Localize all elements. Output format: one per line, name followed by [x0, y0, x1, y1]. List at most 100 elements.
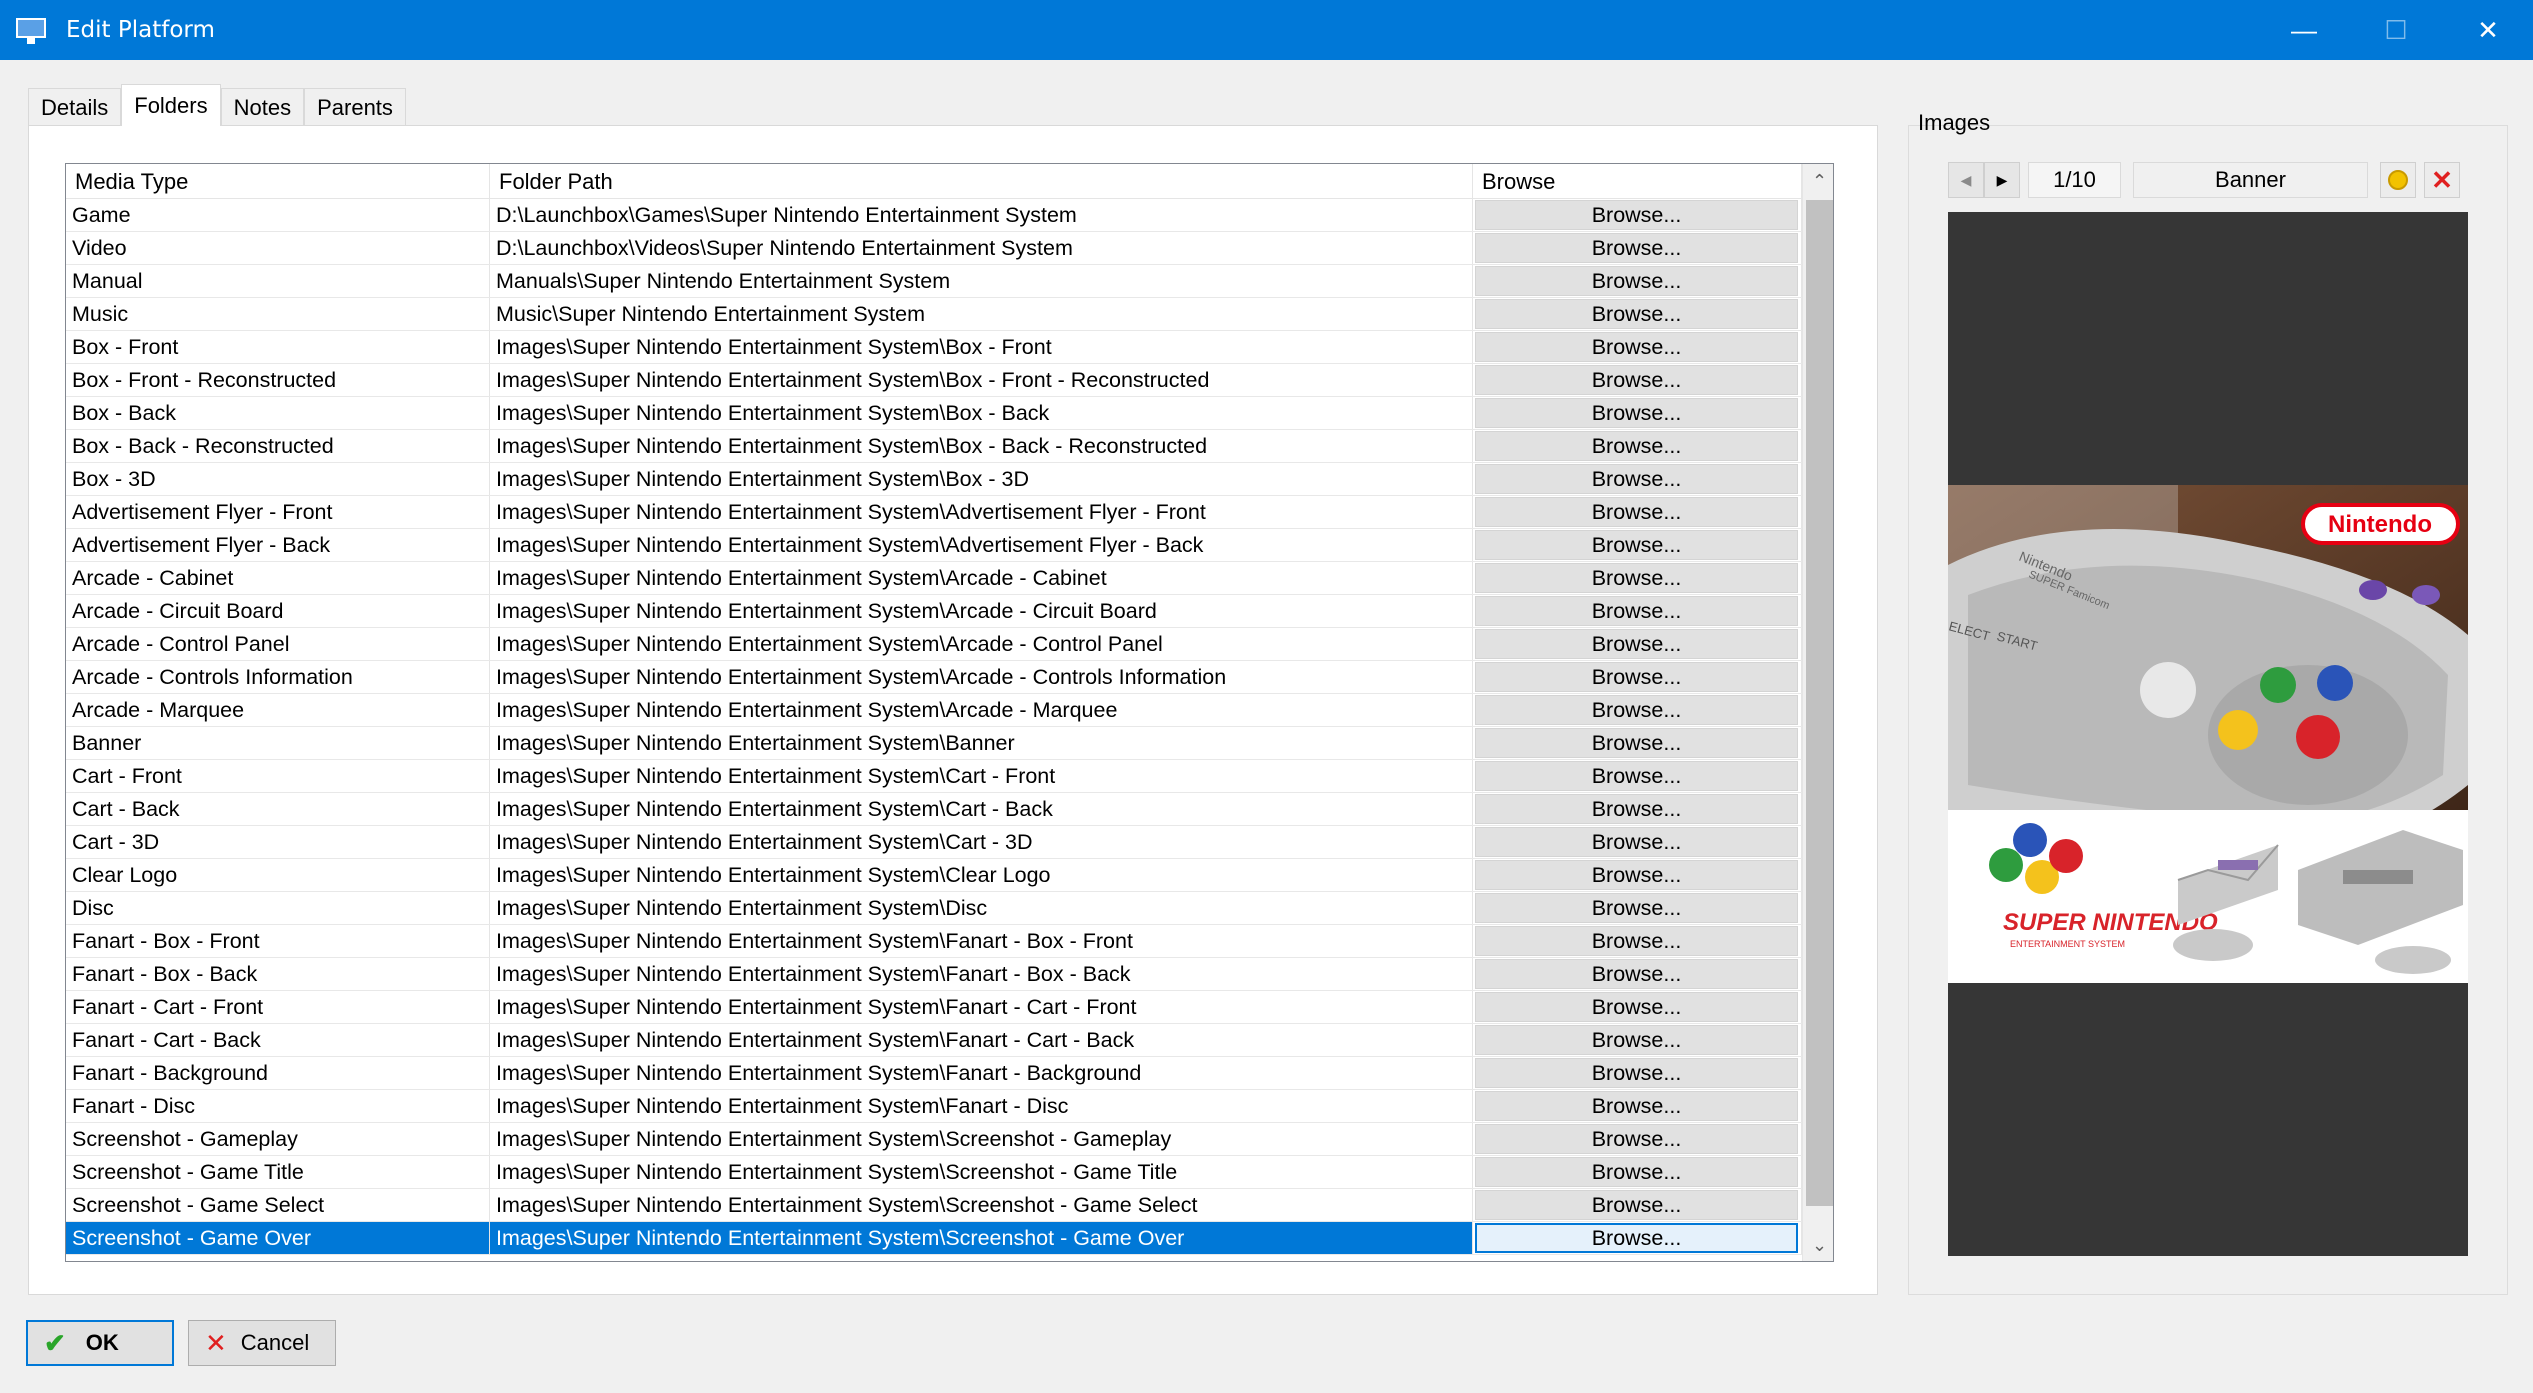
browse-button[interactable]: Browse... — [1475, 827, 1798, 857]
browse-button[interactable]: Browse... — [1475, 629, 1798, 659]
media-type-cell[interactable]: Arcade - Marquee — [66, 694, 490, 726]
folder-path-cell[interactable]: Images\Super Nintendo Entertainment Syst… — [490, 628, 1473, 660]
table-row[interactable]: Arcade - Circuit Board Images\Super Ninte… — [66, 595, 1802, 628]
browse-button[interactable]: Browse... — [1475, 1124, 1798, 1154]
table-row[interactable]: Box - Back Images\Super Nintendo Entertai… — [66, 397, 1802, 430]
browse-button[interactable]: Browse... — [1475, 365, 1798, 395]
browse-button[interactable]: Browse... — [1475, 662, 1798, 692]
cancel-button[interactable]: ✕ Cancel — [188, 1320, 336, 1366]
media-type-cell[interactable]: Fanart - Cart - Back — [66, 1024, 490, 1056]
table-row[interactable]: Fanart - Box - Front Images\Super Nintend… — [66, 925, 1802, 958]
media-type-cell[interactable]: Box - 3D — [66, 463, 490, 495]
scroll-up-icon[interactable]: ⌃ — [1803, 164, 1833, 199]
browse-button[interactable]: Browse... — [1475, 1091, 1798, 1121]
table-row[interactable]: Screenshot - Game Over Images\Super Ninte… — [66, 1222, 1802, 1255]
folder-path-cell[interactable]: Images\Super Nintendo Entertainment Syst… — [490, 1090, 1473, 1122]
table-row[interactable]: Manual Manuals\Super Nintendo Entertainme… — [66, 265, 1802, 298]
folder-path-cell[interactable]: Images\Super Nintendo Entertainment Syst… — [490, 562, 1473, 594]
folder-path-cell[interactable]: Images\Super Nintendo Entertainment Syst… — [490, 859, 1473, 891]
media-type-cell[interactable]: Cart - Back — [66, 793, 490, 825]
folder-path-cell[interactable]: Images\Super Nintendo Entertainment Syst… — [490, 925, 1473, 957]
media-type-cell[interactable]: Disc — [66, 892, 490, 924]
table-row[interactable]: Arcade - Marquee Images\Super Nintendo En… — [66, 694, 1802, 727]
media-type-cell[interactable]: Clear Logo — [66, 859, 490, 891]
table-row[interactable]: Box - Front - Reconstructed Images\Super … — [66, 364, 1802, 397]
folder-path-cell[interactable]: Images\Super Nintendo Entertainment Syst… — [490, 694, 1473, 726]
media-type-cell[interactable]: Fanart - Background — [66, 1057, 490, 1089]
browse-button[interactable]: Browse... — [1475, 926, 1798, 956]
folder-path-cell[interactable]: Images\Super Nintendo Entertainment Syst… — [490, 793, 1473, 825]
media-type-cell[interactable]: Arcade - Circuit Board — [66, 595, 490, 627]
browse-button[interactable]: Browse... — [1475, 398, 1798, 428]
table-row[interactable]: Fanart - Box - Back Images\Super Nintendo… — [66, 958, 1802, 991]
media-type-cell[interactable]: Banner — [66, 727, 490, 759]
table-row[interactable]: Fanart - Disc Images\Super Nintendo Enter… — [66, 1090, 1802, 1123]
table-row[interactable]: Screenshot - Game Select Images\Super Nin… — [66, 1189, 1802, 1222]
folder-path-cell[interactable]: Images\Super Nintendo Entertainment Syst… — [490, 1222, 1473, 1254]
folder-path-cell[interactable]: Images\Super Nintendo Entertainment Syst… — [490, 958, 1473, 990]
browse-button[interactable]: Browse... — [1475, 332, 1798, 362]
media-type-cell[interactable]: Fanart - Box - Front — [66, 925, 490, 957]
previous-image-button[interactable]: ◀ — [1948, 162, 1984, 198]
table-row[interactable]: Arcade - Cabinet Images\Super Nintendo En… — [66, 562, 1802, 595]
media-type-cell[interactable]: Fanart - Box - Back — [66, 958, 490, 990]
media-type-cell[interactable]: Manual — [66, 265, 490, 297]
table-row[interactable]: Music Music\Super Nintendo Entertainment … — [66, 298, 1802, 331]
folder-path-cell[interactable]: D:\Launchbox\Games\Super Nintendo Entert… — [490, 199, 1473, 231]
media-type-cell[interactable]: Arcade - Cabinet — [66, 562, 490, 594]
folder-path-cell[interactable]: Images\Super Nintendo Entertainment Syst… — [490, 727, 1473, 759]
browse-button[interactable]: Browse... — [1475, 497, 1798, 527]
browse-button[interactable]: Browse... — [1475, 1223, 1798, 1253]
folder-path-cell[interactable]: Images\Super Nintendo Entertainment Syst… — [490, 991, 1473, 1023]
table-row[interactable]: Arcade - Controls Information Images\Supe… — [66, 661, 1802, 694]
media-type-cell[interactable]: Cart - 3D — [66, 826, 490, 858]
table-row[interactable]: Game D:\Launchbox\Games\Super Nintendo En… — [66, 199, 1802, 232]
ok-button[interactable]: ✔ OK — [26, 1320, 174, 1366]
folder-path-cell[interactable]: Images\Super Nintendo Entertainment Syst… — [490, 529, 1473, 561]
browse-button[interactable]: Browse... — [1475, 794, 1798, 824]
browse-button[interactable]: Browse... — [1475, 266, 1798, 296]
folder-path-cell[interactable]: Images\Super Nintendo Entertainment Syst… — [490, 1156, 1473, 1188]
media-type-cell[interactable]: Fanart - Disc — [66, 1090, 490, 1122]
browse-button[interactable]: Browse... — [1475, 1025, 1798, 1055]
browse-button[interactable]: Browse... — [1475, 233, 1798, 263]
table-row[interactable]: Cart - Back Images\Super Nintendo Enterta… — [66, 793, 1802, 826]
browse-button[interactable]: Browse... — [1475, 761, 1798, 791]
media-type-cell[interactable]: Screenshot - Game Title — [66, 1156, 490, 1188]
folder-path-cell[interactable]: Images\Super Nintendo Entertainment Syst… — [490, 1123, 1473, 1155]
browse-button[interactable]: Browse... — [1475, 1190, 1798, 1220]
browse-button[interactable]: Browse... — [1475, 464, 1798, 494]
table-row[interactable]: Box - 3D Images\Super Nintendo Entertainm… — [66, 463, 1802, 496]
folder-path-cell[interactable]: Images\Super Nintendo Entertainment Syst… — [490, 595, 1473, 627]
media-type-cell[interactable]: Game — [66, 199, 490, 231]
table-row[interactable]: Cart - 3D Images\Super Nintendo Entertain… — [66, 826, 1802, 859]
folder-path-cell[interactable]: Images\Super Nintendo Entertainment Syst… — [490, 1024, 1473, 1056]
minimize-button[interactable]: — — [2258, 0, 2350, 60]
media-type-cell[interactable]: Arcade - Control Panel — [66, 628, 490, 660]
media-type-cell[interactable]: Video — [66, 232, 490, 264]
browse-button[interactable]: Browse... — [1475, 1157, 1798, 1187]
folder-path-cell[interactable]: Images\Super Nintendo Entertainment Syst… — [490, 496, 1473, 528]
media-type-cell[interactable]: Arcade - Controls Information — [66, 661, 490, 693]
column-header-folder-path[interactable]: Folder Path — [490, 164, 1473, 199]
table-row[interactable]: Box - Back - Reconstructed Images\Super N… — [66, 430, 1802, 463]
column-header-media-type[interactable]: Media Type — [66, 164, 490, 199]
media-type-cell[interactable]: Box - Front — [66, 331, 490, 363]
folder-path-cell[interactable]: Images\Super Nintendo Entertainment Syst… — [490, 1057, 1473, 1089]
scrollbar-thumb[interactable] — [1806, 200, 1833, 1206]
browse-button[interactable]: Browse... — [1475, 959, 1798, 989]
media-type-cell[interactable]: Advertisement Flyer - Front — [66, 496, 490, 528]
next-image-button[interactable]: ▶ — [1984, 162, 2020, 198]
table-row[interactable]: Fanart - Cart - Front Images\Super Ninten… — [66, 991, 1802, 1024]
tab-notes[interactable]: Notes — [220, 88, 305, 126]
folder-path-cell[interactable]: Images\Super Nintendo Entertainment Syst… — [490, 364, 1473, 396]
browse-button[interactable]: Browse... — [1475, 596, 1798, 626]
browse-button[interactable]: Browse... — [1475, 200, 1798, 230]
folder-path-cell[interactable]: Images\Super Nintendo Entertainment Syst… — [490, 826, 1473, 858]
maximize-button[interactable]: ☐ — [2350, 0, 2442, 60]
folder-path-cell[interactable]: Images\Super Nintendo Entertainment Syst… — [490, 661, 1473, 693]
tab-parents[interactable]: Parents — [304, 88, 406, 126]
browse-button[interactable]: Browse... — [1475, 992, 1798, 1022]
folder-path-cell[interactable]: D:\Launchbox\Videos\Super Nintendo Enter… — [490, 232, 1473, 264]
folder-path-cell[interactable]: Images\Super Nintendo Entertainment Syst… — [490, 760, 1473, 792]
